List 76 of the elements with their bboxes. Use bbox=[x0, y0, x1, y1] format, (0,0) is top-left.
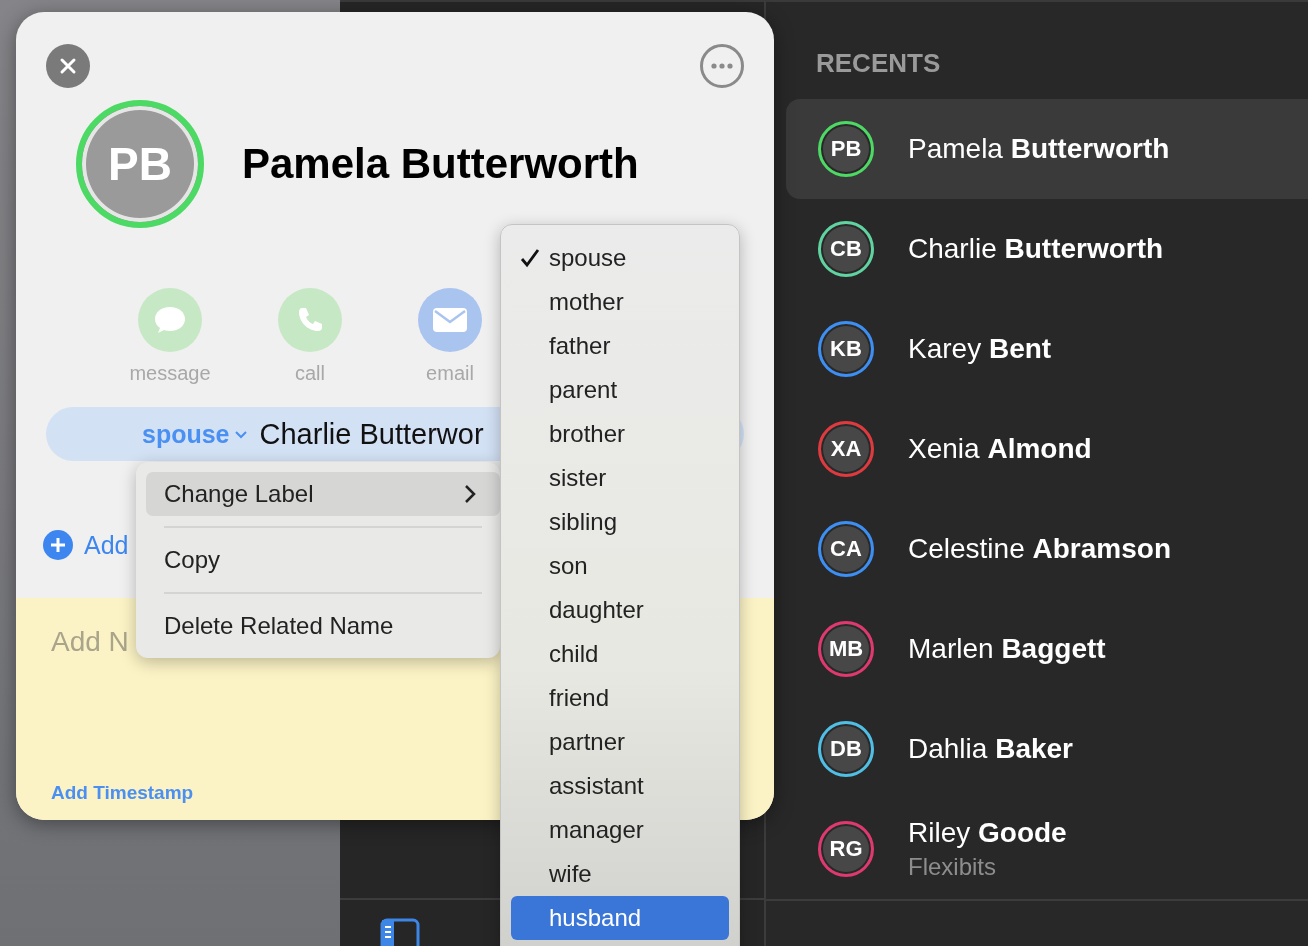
close-button[interactable] bbox=[46, 44, 90, 88]
menu-item-label: child bbox=[549, 640, 599, 668]
menu-item[interactable]: mother bbox=[511, 280, 729, 324]
menu-item-label: brother bbox=[549, 420, 626, 448]
contact-avatar: DB bbox=[818, 720, 874, 777]
menu-item-label: partner bbox=[549, 728, 626, 756]
menu-item[interactable]: partner bbox=[511, 720, 729, 764]
recents-heading: RECENTS bbox=[815, 47, 942, 80]
menu-item-label: parent bbox=[549, 376, 618, 404]
contact-avatar: RG bbox=[818, 820, 874, 877]
contact-name: Xenia Almond bbox=[908, 432, 1092, 465]
chevron-down-icon bbox=[233, 429, 248, 439]
speech-bubble-icon bbox=[153, 305, 187, 335]
menu-item[interactable]: Change Label bbox=[146, 472, 500, 516]
action-label: email bbox=[426, 362, 474, 385]
menu-item[interactable]: wife bbox=[511, 852, 729, 896]
menu-item-label: wife bbox=[549, 860, 592, 888]
notes-placeholder: Add N bbox=[51, 626, 129, 658]
contact-avatar: MB bbox=[818, 620, 874, 677]
contact-name: Charlie Butterworth bbox=[908, 232, 1164, 265]
action-label: message bbox=[129, 362, 211, 385]
menu-item[interactable]: father bbox=[511, 324, 729, 368]
contact-row[interactable]: KB Karey Bent bbox=[786, 298, 1308, 399]
more-icon bbox=[710, 63, 734, 69]
contact-company: Flexibits bbox=[908, 852, 998, 881]
menu-item-label: sister bbox=[549, 464, 607, 492]
more-button[interactable] bbox=[700, 44, 744, 88]
contact-name: Marlen Baggett bbox=[908, 632, 1106, 665]
contact-row[interactable]: XA Xenia Almond bbox=[786, 398, 1308, 499]
contact-avatar: CB bbox=[818, 220, 874, 277]
menu-item[interactable]: spouse bbox=[511, 236, 729, 280]
menu-item-label: husband bbox=[549, 904, 642, 932]
contact-row[interactable]: RG Riley Goode Flexibits bbox=[786, 798, 1308, 899]
add-icon[interactable] bbox=[42, 529, 74, 561]
contact-avatar: CA bbox=[818, 520, 874, 577]
menu-item-label: mother bbox=[549, 288, 624, 316]
menu-item-label: daughter bbox=[549, 596, 644, 624]
menu-item[interactable]: son bbox=[511, 544, 729, 588]
sidebar-toggle-icon[interactable] bbox=[380, 918, 420, 946]
contact-name: Dahlia Baker bbox=[908, 732, 1073, 765]
contact-row[interactable]: CA Celestine Abramson bbox=[786, 498, 1308, 599]
contact-name: Pamela Butterworth bbox=[908, 132, 1170, 165]
menu-item-label: son bbox=[549, 552, 588, 580]
menu-item[interactable]: Copy bbox=[146, 538, 500, 582]
contact-name: Karey Bent bbox=[908, 332, 1052, 365]
contact-name: Pamela Butterworth bbox=[242, 140, 639, 188]
contact-row[interactable]: PB Pamela Butterworth bbox=[786, 98, 1308, 199]
menu-item[interactable]: Delete Related Name bbox=[146, 604, 500, 648]
menu-item-label: spouse bbox=[549, 244, 627, 272]
menu-item[interactable]: husband bbox=[511, 896, 729, 940]
contact-avatar: XA bbox=[818, 420, 874, 477]
contact-row[interactable]: MB Marlen Baggett bbox=[786, 598, 1308, 699]
menu-item-label: Copy bbox=[164, 546, 221, 574]
menu-item-label: friend bbox=[549, 684, 610, 712]
contact-avatar: KB bbox=[818, 320, 874, 377]
contact-avatar: PB bbox=[818, 120, 874, 177]
menu-item-label: Change Label bbox=[164, 480, 314, 508]
menu-item[interactable]: assistant bbox=[511, 764, 729, 808]
related-name-value: Charlie Butterwor bbox=[259, 417, 484, 451]
contact-row[interactable]: CB Charlie Butterworth bbox=[786, 198, 1308, 299]
menu-item[interactable]: sibling bbox=[511, 500, 729, 544]
menu-item-label: father bbox=[549, 332, 611, 360]
action-label: call bbox=[295, 362, 325, 385]
menu-item[interactable]: child bbox=[511, 632, 729, 676]
contact-name: Celestine Abramson bbox=[908, 532, 1171, 565]
envelope-icon bbox=[432, 307, 468, 333]
contact-avatar: PB bbox=[76, 100, 204, 228]
menu-item[interactable]: friend bbox=[511, 676, 729, 720]
chevron-right-icon bbox=[464, 484, 476, 504]
menu-item-label: assistant bbox=[549, 772, 644, 800]
menu-item-label: sibling bbox=[549, 508, 618, 536]
menu-item[interactable]: brother bbox=[511, 412, 729, 456]
contact-row[interactable]: DB Dahlia Baker bbox=[786, 698, 1308, 799]
menu-item-label: Delete Related Name bbox=[164, 612, 394, 640]
close-icon bbox=[58, 56, 78, 76]
contact-name: Riley Goode bbox=[908, 816, 1067, 849]
